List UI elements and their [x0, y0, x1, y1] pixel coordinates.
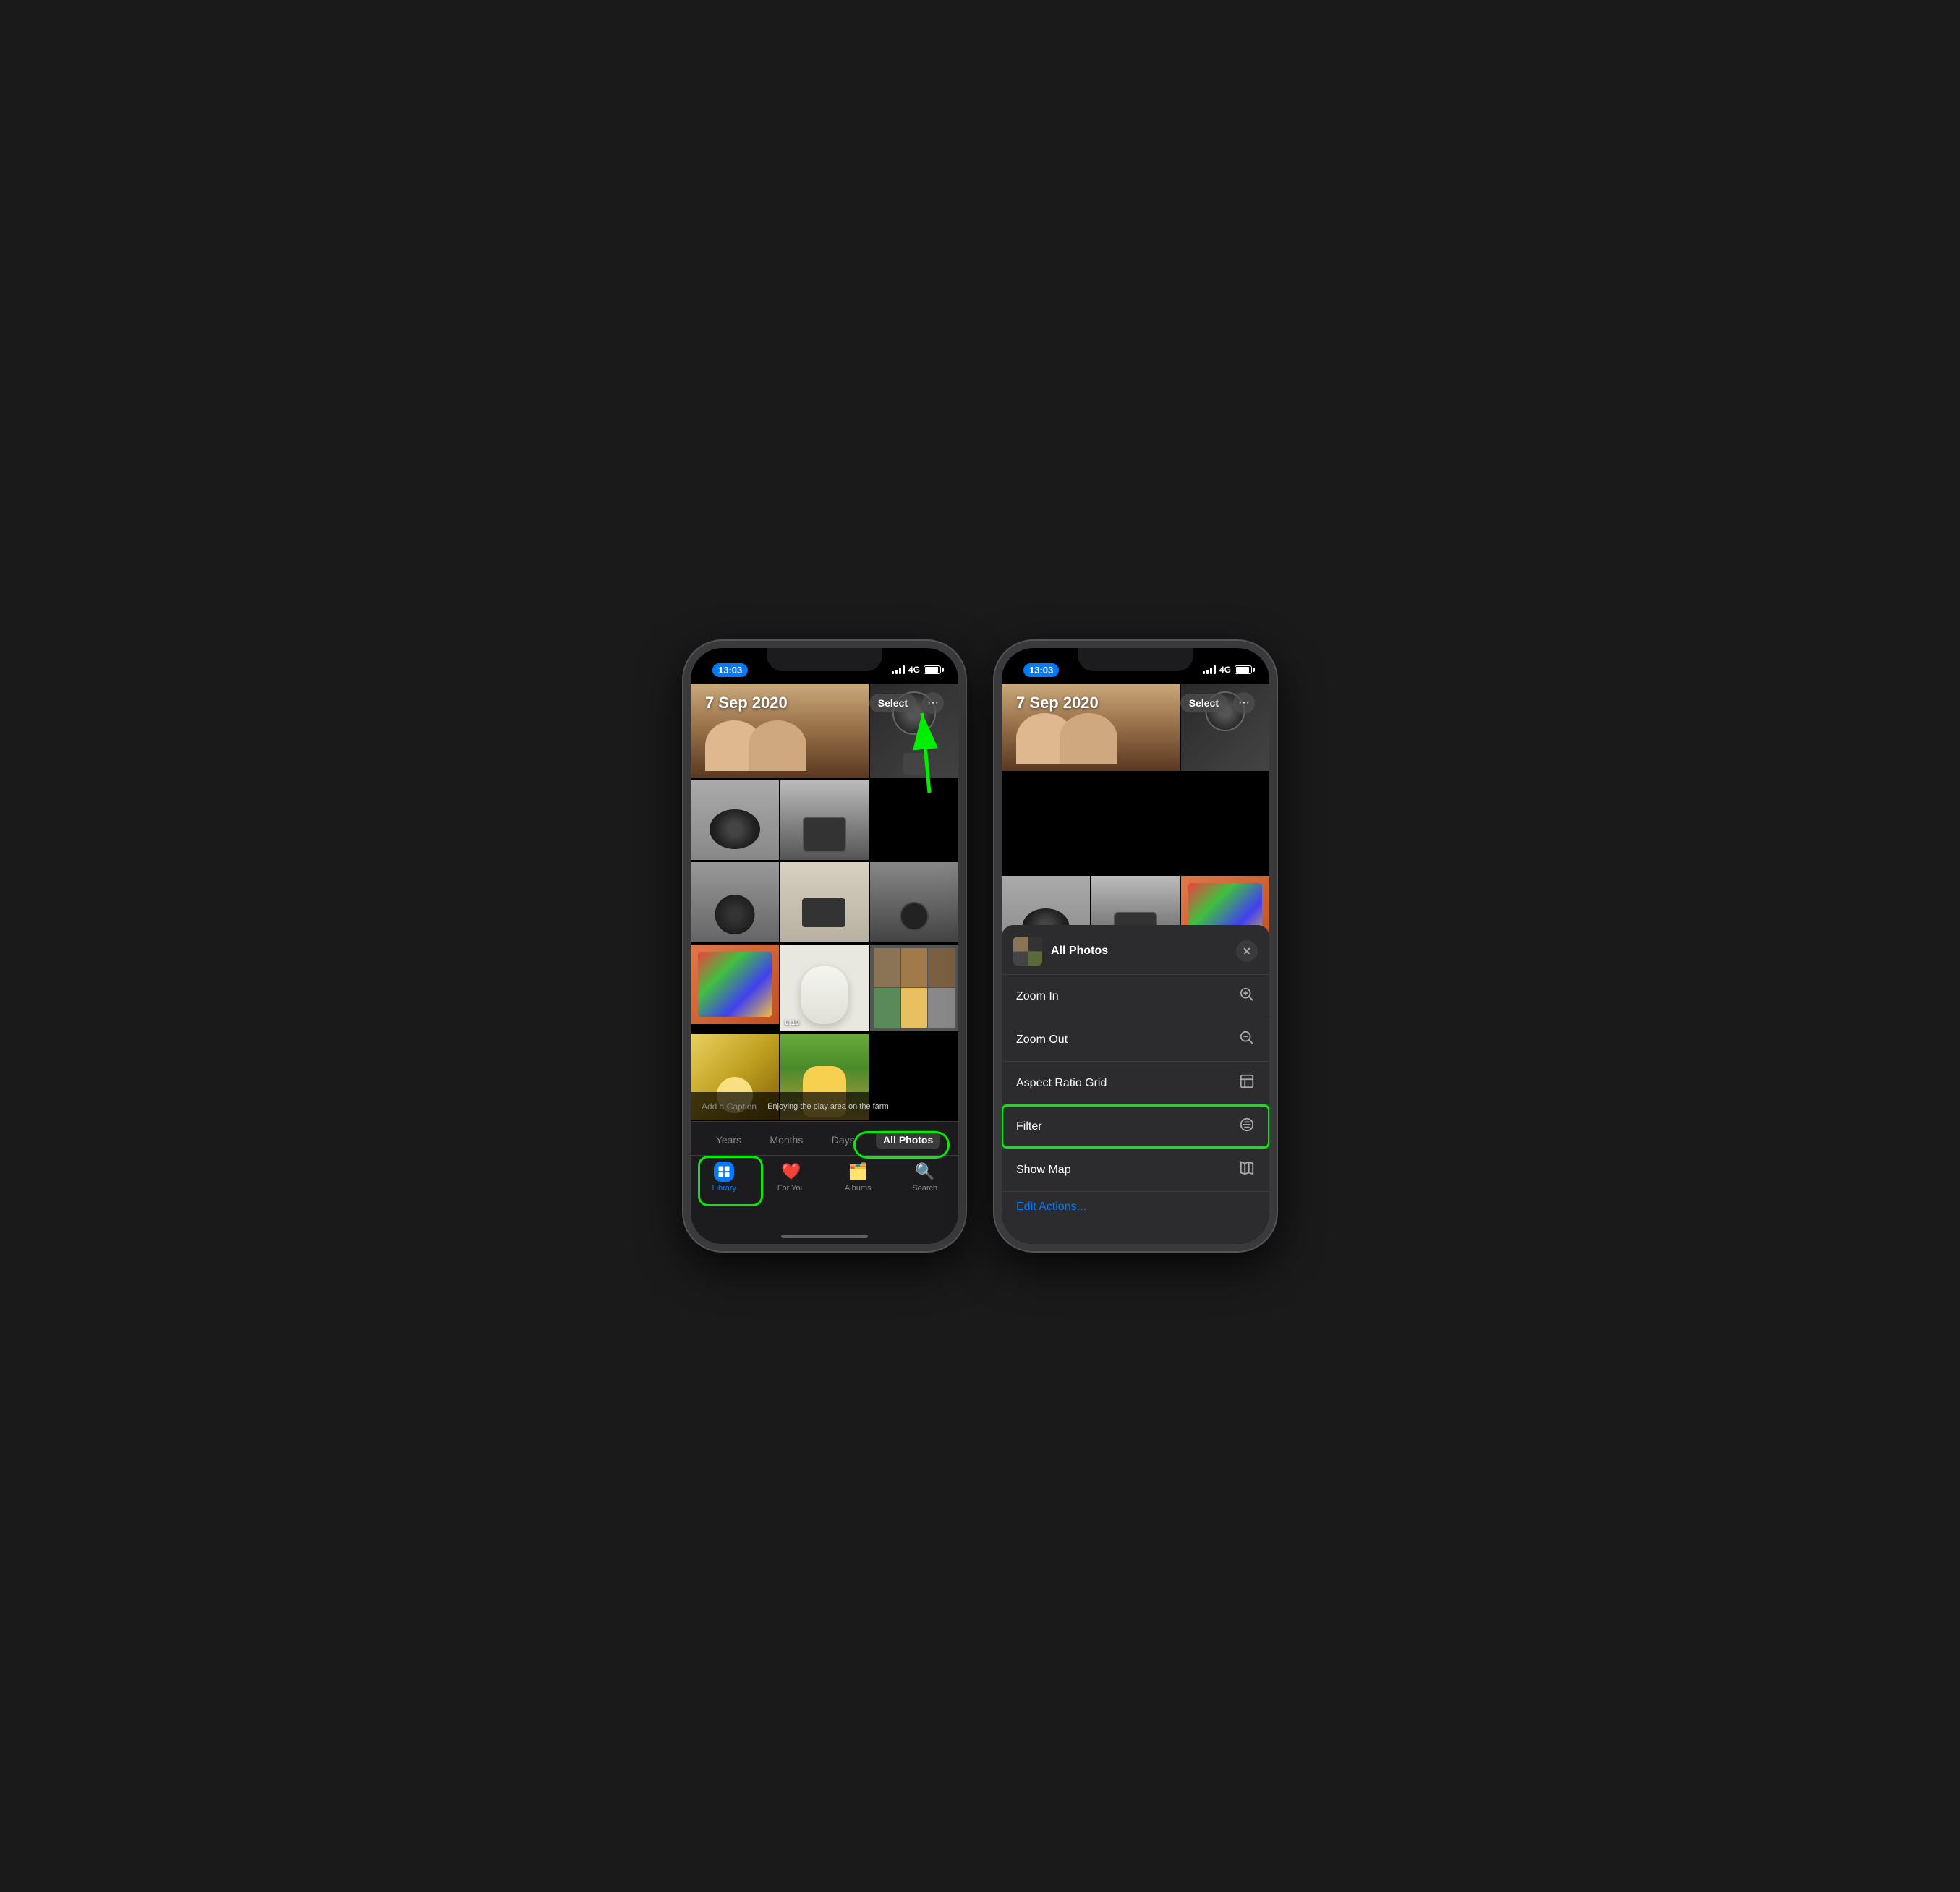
- photo-cell-4[interactable]: [780, 780, 869, 860]
- filter-label: Filter: [1016, 1120, 1042, 1133]
- zoom-out-label: Zoom Out: [1016, 1034, 1068, 1047]
- photo-cell-6[interactable]: [780, 862, 869, 942]
- photo-area-left: 0:10: [691, 684, 958, 1121]
- zoom-in-label: Zoom In: [1016, 990, 1059, 1003]
- library-icon-left: [714, 1162, 734, 1182]
- notch-right: [1078, 648, 1193, 671]
- battery-icon-right: [1235, 665, 1255, 674]
- filter-tab-years[interactable]: Years: [709, 1130, 749, 1149]
- context-menu-title: All Photos: [1051, 945, 1227, 958]
- for-you-icon-left: ❤️: [781, 1162, 801, 1182]
- edit-actions-text: Edit Actions...: [1016, 1201, 1086, 1213]
- context-menu-header: All Photos ✕: [1002, 925, 1269, 975]
- status-right-right: 4G: [1203, 665, 1255, 675]
- for-you-label-left: For You: [777, 1184, 805, 1193]
- aspect-ratio-label: Aspect Ratio Grid: [1016, 1077, 1107, 1090]
- menu-item-show-map[interactable]: Show Map: [1002, 1149, 1269, 1192]
- signal-bars-left: [892, 665, 905, 674]
- video-badge-left: 0:10: [785, 1019, 799, 1027]
- signal-bars-right: [1203, 665, 1216, 674]
- context-menu-thumbnail: [1013, 937, 1042, 966]
- select-button-left[interactable]: Select: [869, 694, 916, 712]
- filter-icon: [1239, 1117, 1255, 1136]
- photo-cell-8[interactable]: [691, 945, 779, 1024]
- header-date-right: 7 Sep 2020: [1016, 694, 1099, 712]
- menu-item-zoom-out[interactable]: Zoom Out: [1002, 1018, 1269, 1062]
- filter-tabs-left: Years Months Days All Photos: [691, 1122, 958, 1156]
- caption-text-left: Enjoying the play area on the farm: [767, 1102, 889, 1111]
- filter-tab-all-photos[interactable]: All Photos: [876, 1130, 940, 1149]
- more-options-button-left[interactable]: ···: [922, 692, 944, 714]
- status-right-left: 4G: [892, 665, 944, 675]
- photo-grid-left: 0:10: [691, 684, 958, 1121]
- header-date-left: 7 Sep 2020: [705, 694, 788, 712]
- show-map-icon: [1239, 1160, 1255, 1180]
- zoom-in-icon: [1239, 987, 1255, 1006]
- context-close-button[interactable]: ✕: [1236, 940, 1258, 962]
- photo-cell-10[interactable]: [870, 945, 958, 1031]
- aspect-ratio-icon: [1239, 1073, 1255, 1093]
- header-actions-left: Select ···: [869, 692, 944, 714]
- header-bar-left: 7 Sep 2020 Select ···: [691, 684, 958, 722]
- tab-search-left[interactable]: 🔍 Search: [903, 1162, 947, 1193]
- tab-library-left[interactable]: Library: [702, 1162, 746, 1193]
- add-caption-left: Add a Caption: [702, 1101, 757, 1112]
- tab-for-you-left[interactable]: ❤️ For You: [770, 1162, 813, 1193]
- network-type-left: 4G: [908, 665, 920, 675]
- filter-tab-months[interactable]: Months: [762, 1130, 810, 1149]
- menu-item-aspect-ratio[interactable]: Aspect Ratio Grid: [1002, 1062, 1269, 1105]
- left-phone-screen: 13:03 4G 7 Sep 2020 Select ···: [691, 648, 958, 1244]
- notch: [767, 648, 882, 671]
- bottom-area-left: Years Months Days All Photos: [691, 1121, 958, 1244]
- photo-cell-5[interactable]: [691, 862, 779, 942]
- photo-cell-9[interactable]: 0:10: [780, 945, 869, 1031]
- caption-bar-left: Add a Caption Enjoying the play area on …: [691, 1092, 958, 1121]
- library-label-left: Library: [712, 1184, 736, 1193]
- zoom-out-icon: [1239, 1030, 1255, 1049]
- menu-item-filter[interactable]: Filter: [1002, 1105, 1269, 1149]
- menu-item-zoom-in[interactable]: Zoom In: [1002, 975, 1269, 1018]
- battery-icon-left: [924, 665, 944, 674]
- network-type-right: 4G: [1219, 665, 1231, 675]
- right-phone-screen: 13:03 4G 7 Sep 2020 Select ···: [1002, 648, 1269, 1244]
- right-phone: 13:03 4G 7 Sep 2020 Select ···: [994, 641, 1277, 1251]
- header-actions-right: Select ···: [1180, 692, 1255, 714]
- photo-cell-3[interactable]: [691, 780, 779, 860]
- context-menu-right: All Photos ✕ Zoom In Zoom Out: [1002, 925, 1269, 1244]
- more-options-button-right[interactable]: ···: [1233, 692, 1255, 714]
- albums-label-left: Albums: [845, 1184, 872, 1193]
- show-map-label: Show Map: [1016, 1164, 1071, 1177]
- header-bar-right: 7 Sep 2020 Select ···: [1002, 684, 1269, 722]
- filter-tab-days[interactable]: Days: [825, 1130, 862, 1149]
- tab-albums-left[interactable]: 🗂️ Albums: [836, 1162, 879, 1193]
- status-time-right: 13:03: [1023, 663, 1059, 677]
- status-time-left: 13:03: [712, 663, 748, 677]
- home-indicator-left: [781, 1235, 868, 1238]
- edit-actions-link[interactable]: Edit Actions...: [1002, 1192, 1269, 1222]
- select-button-right[interactable]: Select: [1180, 694, 1227, 712]
- photo-cell-7[interactable]: [870, 862, 958, 942]
- search-icon-left: 🔍: [915, 1162, 935, 1182]
- search-label-left: Search: [912, 1184, 937, 1193]
- left-phone: 13:03 4G 7 Sep 2020 Select ···: [683, 641, 966, 1251]
- albums-icon-left: 🗂️: [848, 1162, 868, 1182]
- tab-bar-left: Library ❤️ For You 🗂️ Albums 🔍 Search: [691, 1156, 958, 1196]
